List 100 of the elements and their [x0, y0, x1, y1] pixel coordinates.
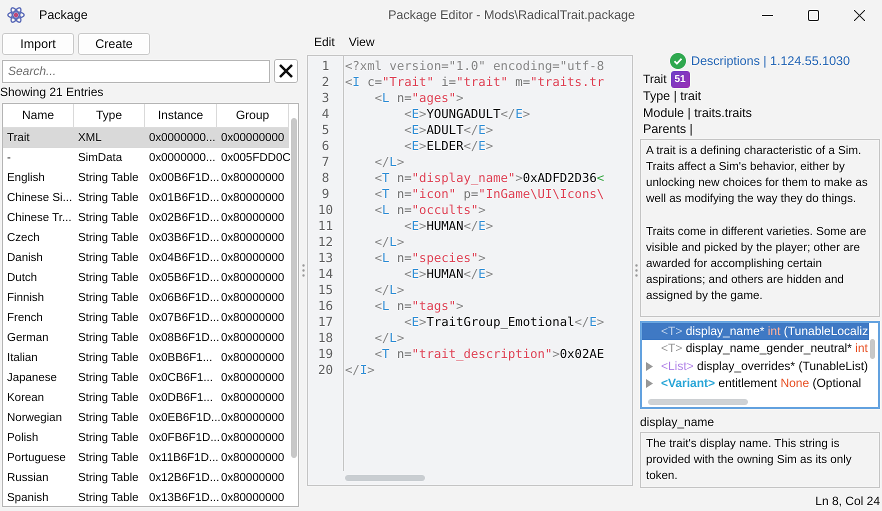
check-icon	[670, 53, 686, 69]
description-text: Traits come in different varieties. Some are visible and picked by the player; other are awarded for accomplishing certain aspirations; and others are hidden and assigned by the game.	[646, 224, 868, 304]
code-editor[interactable]	[307, 55, 633, 486]
scrollbar-thumb[interactable]	[291, 118, 297, 458]
table-cell-text: 0x07B6F1D...	[148, 311, 217, 326]
table-cell-text: SimData	[77, 151, 124, 166]
table-cell-text: 0x00B6F1D...	[148, 171, 217, 186]
atom-icon	[7, 6, 25, 24]
menu-item[interactable]: View	[342, 35, 382, 49]
close-icon	[854, 10, 864, 20]
table-cell-text: 0x80000000	[220, 191, 286, 206]
code-line: <E>HUMAN</E>	[403, 266, 494, 282]
line-number: 5	[320, 122, 330, 138]
code-line: </L>	[374, 282, 406, 298]
table-row[interactable]: Danish String Table 0x04B6F1D...0x80000000	[3, 248, 289, 268]
line-number: 14	[316, 266, 334, 282]
line-number: 20	[316, 362, 334, 378]
parents-label: Parents |	[643, 121, 694, 138]
table-row[interactable]: Finnish String Table 0x06B6F1D...0x80000000	[3, 288, 289, 308]
table-row[interactable]: Chinese Si... String Table 0x01B6F1D...0x80000000	[3, 188, 289, 208]
table-row[interactable]: Polish String Table 0x0FB6F1D...0x80000000	[3, 428, 289, 448]
scrollbar-thumb[interactable]	[345, 475, 425, 481]
table-cell-text: 0x0CB6F1...	[148, 371, 214, 386]
table-cell-text: Czech	[6, 231, 41, 246]
field-name: display_name	[640, 414, 716, 428]
table-row[interactable]: Japanese String Table 0x0CB6F1... 0x80000000	[3, 368, 289, 388]
table-row[interactable]: Portuguese String Table 0x11B6F1D... 0x80000000	[3, 448, 289, 468]
table-cell-text: 0x05B6F1D...	[148, 271, 217, 286]
descriptions-link[interactable]: Descriptions | 1.124.55.1030	[691, 54, 850, 68]
tree-item[interactable]: <T> display_name_gender_neutral* int	[642, 340, 869, 358]
table-cell-text: 0x01B6F1D...	[148, 191, 217, 206]
table-row[interactable]: Spanish String Table 0x13B6F1D...0x80000000	[3, 488, 289, 508]
toolbar-button[interactable]: Create	[78, 33, 150, 55]
code-line: <L n="occults">	[374, 202, 487, 218]
table-cell-text: 0x0FB6F1D...	[148, 431, 217, 446]
table-cell-text: String Table	[77, 271, 140, 286]
table-row[interactable]: French String Table 0x07B6F1D...0x80000000	[3, 308, 289, 328]
code-line: <E>ADULT</E>	[403, 122, 494, 138]
table-cell-text: Dutch	[6, 271, 38, 286]
code-line: <I c="Trait" i="trait" m="traits.tr	[345, 74, 604, 90]
table-row[interactable]: Italian String Table 0x0BB6F1... 0x80000000	[3, 348, 289, 368]
class-name: Trait	[643, 72, 667, 86]
expand-arrow-icon[interactable]	[645, 379, 654, 388]
line-number: 18	[316, 330, 334, 346]
description-text: A trait is a defining characteristic of a Sim. Traits affect a Sim's behavior, either by unlocking new choices for them to make as well as modifying the way they do things.	[646, 142, 869, 208]
table-row[interactable]: Chinese Tr... String Table 0x02B6F1D...0x80000000	[3, 208, 289, 228]
table-cell-text: 0x08B6F1D...	[148, 331, 217, 346]
scrollbar-thumb[interactable]	[870, 338, 875, 358]
line-number: 13	[316, 250, 334, 266]
clear-button[interactable]	[274, 59, 298, 83]
table-cell-text: Trait	[6, 131, 31, 146]
code-line: <L n="ages">	[374, 90, 464, 106]
table-cell-text: 0x0BB6F1...	[148, 351, 214, 366]
table-row[interactable]: English String Table 0x00B6F1D...0x80000000	[3, 168, 289, 188]
line-number: 1	[320, 58, 330, 74]
module-label: Module | traits.traits	[643, 104, 753, 121]
scrollbar-thumb[interactable]	[648, 398, 748, 404]
line-number: 19	[316, 346, 334, 362]
line-number: 7	[320, 154, 330, 170]
expand-arrow-icon[interactable]	[645, 362, 654, 371]
table-cell-text: String Table	[77, 191, 140, 206]
table-cell-text: 0x00000000	[220, 131, 286, 146]
table-row[interactable]: Czech String Table 0x03B6F1D...0x80000000	[3, 228, 289, 248]
table-cell-text: String Table	[77, 171, 140, 186]
table-cell-text: 0x80000000	[220, 391, 286, 406]
table-cell-text: 0x0DB6F1...	[148, 391, 214, 406]
table-cell-text: String Table	[77, 351, 140, 366]
splitter-grip-icon[interactable]	[302, 264, 305, 277]
table-cell-text: 0x80000000	[220, 371, 286, 386]
table-cell-text: Polish	[6, 431, 40, 446]
tree-item[interactable]: <T> display_name* int (TunableLocaliz	[642, 322, 869, 340]
table-cell-text: 0x02B6F1D...	[148, 211, 217, 226]
code-line: <T n="display_name">0xADFD2D36<	[374, 170, 604, 186]
table-cell-text: 0x80000000	[220, 251, 286, 266]
table-row[interactable]: German String Table 0x08B6F1D...0x80000000	[3, 328, 289, 348]
menu-item[interactable]: Edit	[307, 35, 342, 49]
table-cell-text: Chinese Si...	[6, 191, 74, 206]
table-row[interactable]: Norwegian String Table 0x0EB6F1D...0x80000000	[3, 408, 289, 428]
table-row[interactable]: Russian String Table 0x12B6F1D...0x80000000	[3, 468, 289, 488]
table-cell-text: 0x80000000	[220, 491, 286, 506]
cursor-position: Ln 8, Col 24	[814, 494, 880, 508]
table-cell-text: 0x80000000	[220, 411, 286, 426]
table-cell-text: -	[6, 151, 12, 166]
entry-count: Showing 21 Entries	[0, 84, 104, 101]
tree-item[interactable]: <Variant> entitlement None (Optional	[642, 375, 869, 392]
code-line: <E>ELDER</E>	[403, 138, 494, 154]
type-label: Type | trait	[643, 88, 702, 104]
code-line: <E>YOUNGADULT</E>	[403, 106, 532, 122]
search-field[interactable]: Search...	[2, 60, 270, 82]
table-row[interactable]: Korean String Table 0x0DB6F1... 0x80000000	[3, 388, 289, 408]
table-row[interactable]: - SimData 0x0000000... 0x005FDD0C	[3, 148, 289, 168]
line-number: 8	[320, 170, 330, 186]
tree-item[interactable]: <List> display_overrides* (TunableList)	[642, 358, 869, 375]
table-row[interactable]: Dutch String Table 0x05B6F1D...0x80000000	[3, 268, 289, 288]
table-row[interactable]: Trait XML 0x0000000... 0x00000000	[3, 128, 289, 148]
table-cell-text: String Table	[77, 491, 140, 506]
splitter-grip-icon[interactable]	[635, 264, 638, 277]
table-cell-text: 0x80000000	[220, 351, 286, 366]
toolbar-button[interactable]: Import	[2, 33, 74, 55]
table-cell-text: 0x0EB6F1D...	[148, 411, 217, 426]
